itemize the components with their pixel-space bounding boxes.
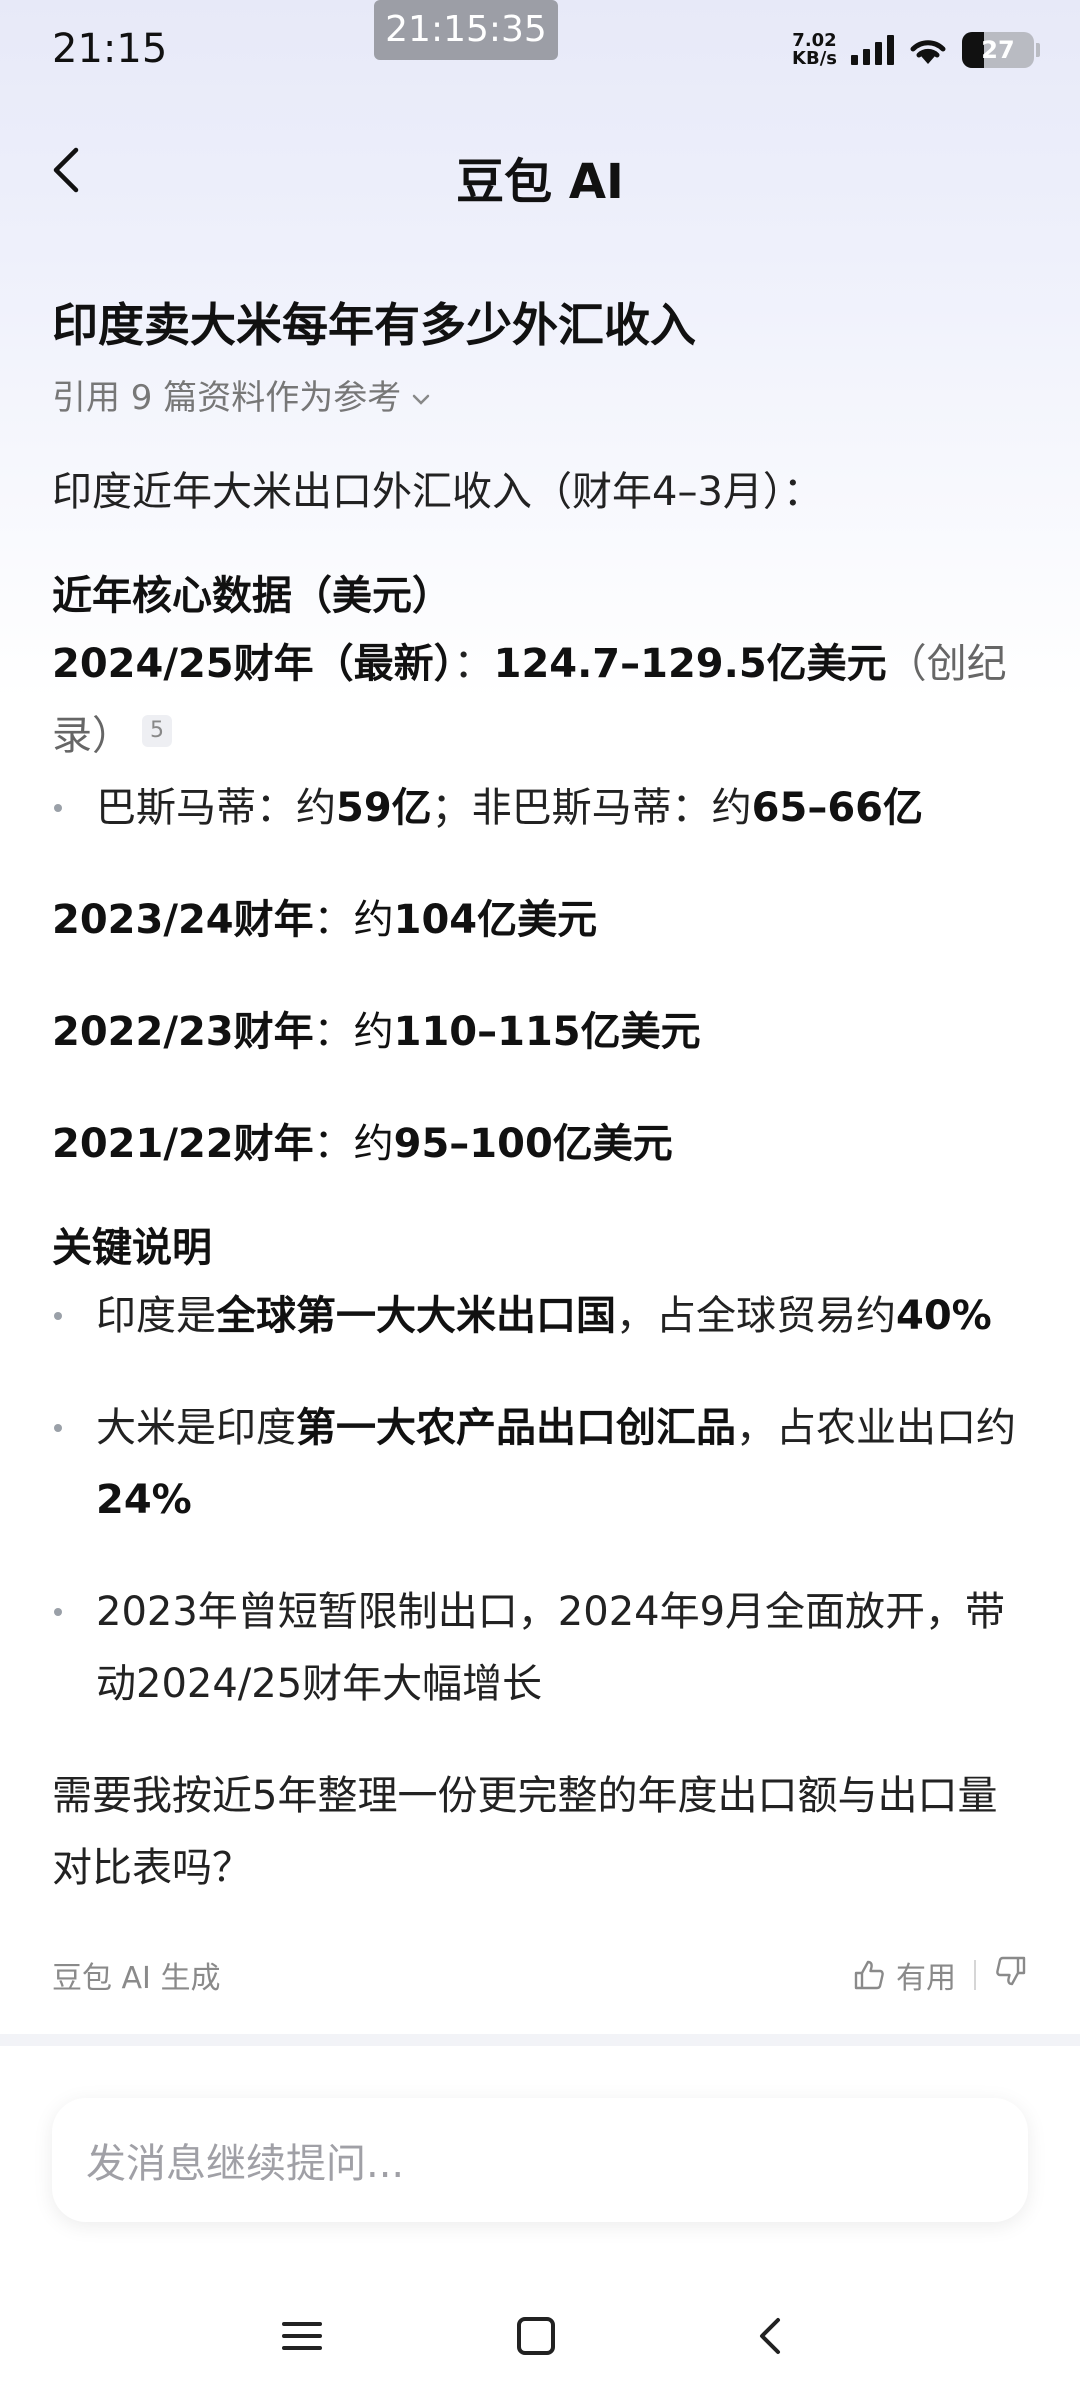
fy2425-value: 124.7–129.5亿美元 — [493, 641, 887, 687]
key2-pre: 大米是印度 — [96, 1405, 296, 1451]
section-divider — [0, 2034, 1080, 2046]
like-label: 有用 — [896, 1961, 956, 1996]
battery-level: 27 — [981, 36, 1015, 64]
battery-tip — [1036, 43, 1040, 57]
year-label: 2022/23财年 — [52, 1009, 314, 1055]
bullet-dot — [52, 1576, 96, 1720]
home-button[interactable] — [506, 2306, 566, 2366]
year-label: 2023/24财年 — [52, 897, 314, 943]
thumbs-down-icon — [996, 1956, 1026, 1986]
battery-icon: 27 — [962, 32, 1034, 68]
year-row-2324: 2023/24财年：约104亿美元 — [52, 884, 1032, 956]
non-basmati-label: ；非巴斯马蒂：约 — [431, 785, 752, 831]
answer-intro: 印度近年大米出口外汇收入（财年4–3月）： — [52, 469, 823, 515]
references-toggle[interactable]: 引用 9 篇资料作为参考 — [52, 374, 1032, 422]
core-data-heading: 近年核心数据（美元） — [52, 573, 452, 619]
recent-apps-button[interactable] — [272, 2306, 332, 2366]
answer-footer: 豆包 AI 生成 有用 — [52, 1948, 1028, 2002]
status-time: 21:15 — [52, 26, 168, 72]
list-item-key1: 印度是全球第一大大米出口国，占全球贸易约40% — [52, 1280, 1032, 1352]
key1-pct: 40% — [896, 1293, 992, 1339]
status-icons: 7.02 KB/s 27 — [792, 26, 1040, 74]
key2-bold: 第一大农产品出口创汇品 — [296, 1405, 736, 1451]
feedback-divider — [974, 1960, 976, 1990]
list-item-basmati: 巴斯马蒂：约59亿；非巴斯马蒂：约65–66亿 — [52, 772, 1032, 844]
key2-pct: 24% — [96, 1477, 192, 1523]
message-input-placeholder: 发消息继续提问... — [86, 2141, 405, 2187]
year-value: 104亿美元 — [393, 897, 598, 943]
thumbs-up-icon — [854, 1960, 884, 1990]
feedback-group: 有用 — [852, 1953, 1028, 1997]
year-value: 110–115亿美元 — [393, 1009, 701, 1055]
like-button[interactable]: 有用 — [852, 1953, 956, 1997]
square-icon — [517, 2317, 555, 2355]
fy2425-label: 2024/25财年（最新） — [52, 641, 454, 687]
chevron-down-icon — [413, 394, 430, 405]
basmati-label: 巴斯马蒂：约 — [96, 785, 336, 831]
non-basmati-value: 65–66亿 — [751, 785, 923, 831]
screen-recording-timer: 21:15:35 — [374, 0, 558, 60]
top-nav-bar: 豆包 AI — [0, 120, 1080, 220]
menu-icon — [282, 2322, 322, 2350]
network-speed: 7.02 KB/s — [792, 32, 837, 68]
key2-post: ，占农业出口约 — [736, 1405, 1016, 1451]
status-bar: 21:15 21:15:35 7.02 KB/s 27 — [0, 0, 1080, 100]
page-title: 豆包 AI — [456, 154, 624, 210]
year-row-2223: 2022/23财年：约110–115亿美元 — [52, 996, 1032, 1068]
network-speed-unit: KB/s — [792, 48, 837, 69]
message-input[interactable]: 发消息继续提问... — [52, 2098, 1028, 2222]
dislike-button[interactable] — [994, 1954, 1028, 1996]
bullet-dot — [52, 1280, 96, 1352]
system-back-button[interactable] — [740, 2306, 800, 2366]
year-sep: ：约 — [313, 1121, 394, 1167]
bullet-dot — [52, 1392, 96, 1536]
year-value: 95–100亿美元 — [393, 1121, 673, 1167]
fy2425-sep: ： — [453, 641, 494, 687]
list-item-key3: 2023年曾短暂限制出口，2024年9月全面放开，带动2024/25财年大幅增长 — [52, 1576, 1032, 1720]
wifi-icon — [910, 40, 946, 64]
list-item-key2: 大米是印度第一大农产品出口创汇品，占农业出口约 24% — [52, 1392, 1032, 1536]
key1-bold: 全球第一大大米出口国 — [216, 1293, 616, 1339]
references-label: 引用 9 篇资料作为参考 — [52, 378, 402, 418]
year-sep: ：约 — [313, 1009, 394, 1055]
year-label: 2021/22财年 — [52, 1121, 314, 1167]
generated-by-label: 豆包 AI 生成 — [52, 1961, 221, 1996]
chevron-left-icon — [760, 2318, 780, 2354]
question-title: 印度卖大米每年有多少外汇收入 — [52, 298, 696, 352]
key3-text: 2023年曾短暂限制出口，2024年9月全面放开，带动2024/25财年大幅增长 — [96, 1589, 1006, 1707]
key1-post: ，占全球贸易约 — [616, 1293, 896, 1339]
key1-pre: 印度是 — [96, 1293, 216, 1339]
basmati-value: 59亿 — [336, 785, 432, 831]
citation-badge[interactable]: 5 — [142, 715, 172, 747]
signal-icon — [851, 35, 894, 65]
system-navigation-bar — [0, 2290, 1080, 2380]
key-notes-heading: 关键说明 — [52, 1225, 212, 1271]
chat-answer: 印度卖大米每年有多少外汇收入 引用 9 篇资料作为参考 印度近年大米出口外汇收入… — [52, 290, 1032, 1904]
followup-question: 需要我按近5年整理一份更完整的年度出口额与出口量对比表吗？ — [52, 1773, 998, 1891]
year-row-2122: 2021/22财年：约95–100亿美元 — [52, 1108, 1032, 1180]
fy2425-row: 2024/25财年（最新）：124.7–129.5亿美元（创纪录） 5 — [52, 628, 1032, 772]
year-sep: ：约 — [313, 897, 394, 943]
bullet-dot — [52, 772, 96, 844]
